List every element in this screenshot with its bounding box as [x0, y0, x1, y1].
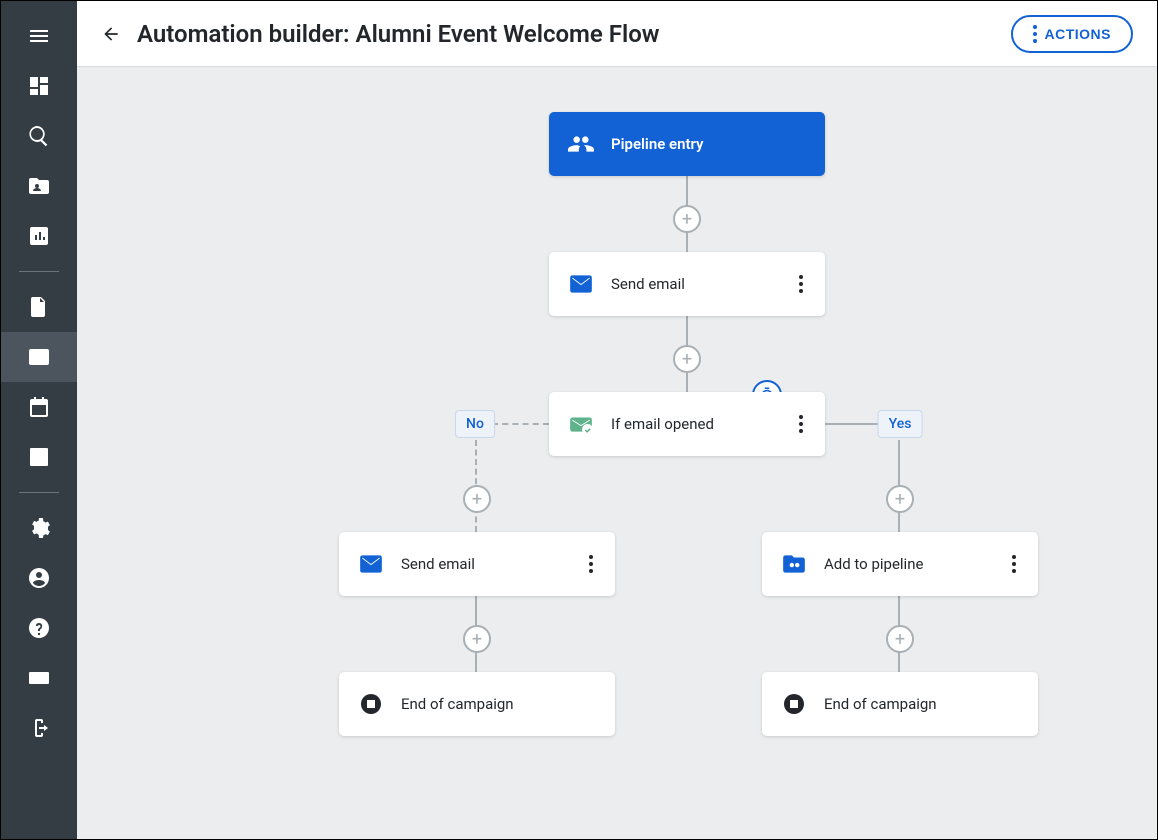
stop-icon — [780, 690, 808, 718]
report-icon[interactable] — [1, 211, 77, 261]
node-end-of-campaign[interactable]: End of campaign — [339, 672, 615, 736]
main: Automation builder: Alumni Event Welcome… — [77, 1, 1157, 839]
connector — [825, 423, 883, 425]
node-pipeline-entry[interactable]: Pipeline entry — [549, 112, 825, 176]
automation-canvas[interactable]: + + No + Yes + + + — [77, 67, 1157, 839]
sidebar-divider — [19, 271, 59, 272]
actions-button[interactable]: ACTIONS — [1011, 15, 1134, 53]
people-icon — [567, 130, 595, 158]
menu-icon[interactable] — [1, 11, 77, 61]
condition-no-tag[interactable]: No — [455, 410, 495, 438]
header: Automation builder: Alumni Event Welcome… — [77, 1, 1157, 67]
email-icon — [567, 270, 595, 298]
page-title: Automation builder: Alumni Event Welcome… — [137, 20, 1011, 48]
sidebar — [1, 1, 77, 839]
document-icon[interactable] — [1, 282, 77, 332]
add-step-button[interactable]: + — [463, 625, 491, 653]
sidebar-divider — [19, 492, 59, 493]
add-step-button[interactable]: + — [673, 205, 701, 233]
node-label: Add to pipeline — [824, 555, 992, 573]
logout-icon[interactable] — [1, 703, 77, 753]
settings-icon[interactable] — [1, 503, 77, 553]
node-menu-button[interactable] — [795, 267, 807, 301]
node-label: End of campaign — [824, 695, 1020, 713]
add-step-button[interactable]: + — [886, 485, 914, 513]
node-menu-button[interactable] — [585, 547, 597, 581]
email-icon — [357, 550, 385, 578]
add-step-button[interactable]: + — [673, 345, 701, 373]
email-opened-icon — [567, 410, 595, 438]
node-label: Send email — [401, 555, 569, 573]
account-icon[interactable] — [1, 553, 77, 603]
search-icon[interactable] — [1, 111, 77, 161]
node-label: End of campaign — [401, 695, 597, 713]
node-end-of-campaign[interactable]: End of campaign — [762, 672, 1038, 736]
node-menu-button[interactable] — [1008, 547, 1020, 581]
node-label: If email opened — [611, 415, 779, 433]
condition-yes-tag[interactable]: Yes — [878, 410, 923, 438]
node-label: Pipeline entry — [611, 135, 807, 153]
node-menu-button[interactable] — [795, 407, 807, 441]
people-folder-icon[interactable] — [1, 161, 77, 211]
stop-icon — [357, 690, 385, 718]
email-icon[interactable] — [1, 332, 77, 382]
actions-button-label: ACTIONS — [1045, 26, 1112, 42]
node-condition[interactable]: If email opened — [549, 392, 825, 456]
more-vertical-icon — [1033, 25, 1037, 43]
add-step-button[interactable]: + — [886, 625, 914, 653]
node-add-to-pipeline[interactable]: Add to pipeline — [762, 532, 1038, 596]
node-send-email[interactable]: Send email — [549, 252, 825, 316]
node-label: Send email — [611, 275, 779, 293]
dashboard-icon[interactable] — [1, 61, 77, 111]
calendar-icon[interactable] — [1, 382, 77, 432]
pipeline-folder-icon — [780, 550, 808, 578]
keyboard-icon[interactable] — [1, 653, 77, 703]
help-icon[interactable] — [1, 603, 77, 653]
back-button[interactable] — [93, 16, 129, 52]
connector — [492, 423, 549, 425]
node-send-email[interactable]: Send email — [339, 532, 615, 596]
form-icon[interactable] — [1, 432, 77, 482]
add-step-button[interactable]: + — [463, 485, 491, 513]
